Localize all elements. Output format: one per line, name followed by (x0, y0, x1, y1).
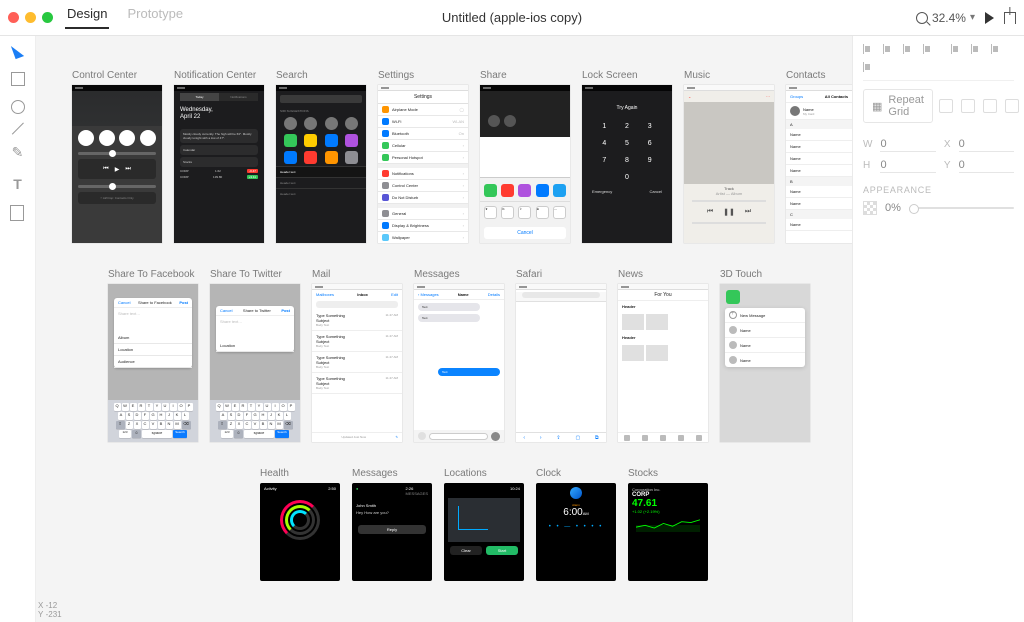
subtract-icon (961, 99, 975, 113)
align-controls[interactable] (863, 44, 1014, 81)
union-icon (939, 99, 953, 113)
artboard-watch-locations[interactable]: Locations 10:24 ClearStart (444, 468, 524, 581)
artboard-music[interactable]: Music ⌄⋯ TrackArtist — Album ⏮❚❚⏭ (684, 70, 774, 243)
line-tool[interactable] (11, 123, 23, 135)
share-icon[interactable] (1004, 12, 1016, 24)
titlebar: Design Prototype Untitled (apple-ios cop… (0, 0, 1024, 36)
window-controls[interactable] (8, 12, 53, 23)
artboard-share[interactable]: Share (480, 70, 570, 243)
property-inspector: ▦Repeat Grid W X H Y APPEARANCE 0% (852, 36, 1024, 622)
canvas[interactable]: Control Center ⏮▶⏭ ⌾ AirDrop: Contacts O… (36, 36, 852, 622)
artboard-tool[interactable] (12, 207, 24, 221)
minimize-window-icon[interactable] (25, 12, 36, 23)
artboard-settings[interactable]: Settings Settings Airplane Mode◯ Wi-FiWL… (378, 70, 468, 243)
moon-icon (570, 487, 582, 499)
boolean-ops[interactable] (939, 99, 1019, 113)
align-hcenter-icon (883, 44, 895, 54)
width-input[interactable] (880, 137, 935, 152)
rectangle-tool[interactable] (11, 72, 25, 86)
artboard-share-twitter[interactable]: Share To Twitter CancelShare to TwitterP… (210, 269, 300, 442)
artboard-news[interactable]: News For You Header Header (618, 269, 708, 442)
magnifier-icon (916, 12, 928, 24)
airdrop-row: ⌾ AirDrop: Contacts Only (78, 192, 156, 204)
artboard-watch-stocks[interactable]: Stocks Corporation Inc. CORP 47.61 +1.02… (628, 468, 708, 581)
x-input[interactable] (959, 137, 1014, 152)
artboard-mail[interactable]: Mail MailboxesInboxEdit 11:47 AMType Som… (312, 269, 402, 442)
align-left-icon (863, 44, 875, 54)
appearance-header: APPEARANCE (863, 185, 1014, 195)
height-input[interactable] (880, 158, 935, 173)
zoom-value: 32.4% (932, 11, 966, 25)
intersect-icon (983, 99, 997, 113)
align-right-icon (903, 44, 915, 54)
keyboard: QWERTYUIOP ASDFGHJKL ⇧ZXCVBNM⌫ 123☺space… (108, 400, 198, 442)
exclude-icon (1005, 99, 1019, 113)
y-input[interactable] (959, 158, 1014, 173)
text-tool[interactable]: T (9, 175, 27, 193)
align-vcenter-icon (863, 62, 875, 72)
artboard-share-facebook[interactable]: Share To Facebook CancelShare to Faceboo… (108, 269, 198, 442)
opacity-swatch-icon[interactable] (863, 201, 877, 215)
opacity-value: 0% (885, 202, 901, 214)
align-top-icon (923, 44, 935, 54)
status-bar (72, 85, 162, 91)
distribute-v-icon (971, 44, 983, 54)
close-window-icon[interactable] (8, 12, 19, 23)
artboard-3d-touch[interactable]: 3D Touch New Message Name Name Name (720, 269, 810, 442)
tool-palette: ✎ T (0, 36, 36, 622)
artboard-control-center[interactable]: Control Center ⏮▶⏭ ⌾ AirDrop: Contacts O… (72, 70, 162, 243)
tab-prototype[interactable]: Prototype (125, 6, 185, 29)
artboard-lock-screen[interactable]: Lock Screen Try Again 123 456 789 0 Emer… (582, 70, 672, 243)
chevron-down-icon: ▾ (970, 12, 975, 23)
artboard-watch-clock[interactable]: Clock Alarm 6:00AM • • — • • • • (536, 468, 616, 581)
ellipse-tool[interactable] (11, 100, 25, 114)
artboard-search[interactable]: Search SIRI SUGGESTIONS Header text Head… (276, 70, 366, 243)
artboard-health[interactable]: Health Activity2:50 (260, 468, 340, 581)
document-title: Untitled (apple-ios copy) (442, 10, 582, 25)
artboard-safari[interactable]: Safari ‹›⇪▢⧉ (516, 269, 606, 442)
artboard-notification-center[interactable]: Notification Center TodayNotifications W… (174, 70, 264, 243)
select-tool[interactable] (11, 43, 24, 59)
zoom-window-icon[interactable] (42, 12, 53, 23)
pen-tool[interactable]: ✎ (9, 143, 27, 161)
share-cancel-button: Cancel (484, 227, 566, 239)
artboard-messages[interactable]: Messages ‹ MessagesNameDetails Text Text… (414, 269, 504, 442)
preview-play-button[interactable] (985, 12, 994, 24)
zoom-control[interactable]: 32.4% ▾ (916, 11, 975, 25)
align-bottom-icon (991, 44, 1003, 54)
repeat-grid-button[interactable]: ▦Repeat Grid (863, 89, 933, 123)
cursor-coordinates: X -12 Y -231 (38, 601, 62, 620)
messages-app-icon (726, 290, 740, 304)
artboard-contacts[interactable]: Contacts GroupsAll Contacts+ NameMy Card… (786, 70, 852, 243)
watch-reply-button: Reply (358, 525, 426, 534)
tab-design[interactable]: Design (65, 6, 109, 29)
artboard-watch-messages[interactable]: Messages ●2:26MESSAGES John SmithHey How… (352, 468, 432, 581)
opacity-slider[interactable] (909, 207, 1014, 209)
grid-icon: ▦ (872, 100, 882, 113)
distribute-h-icon (951, 44, 963, 54)
